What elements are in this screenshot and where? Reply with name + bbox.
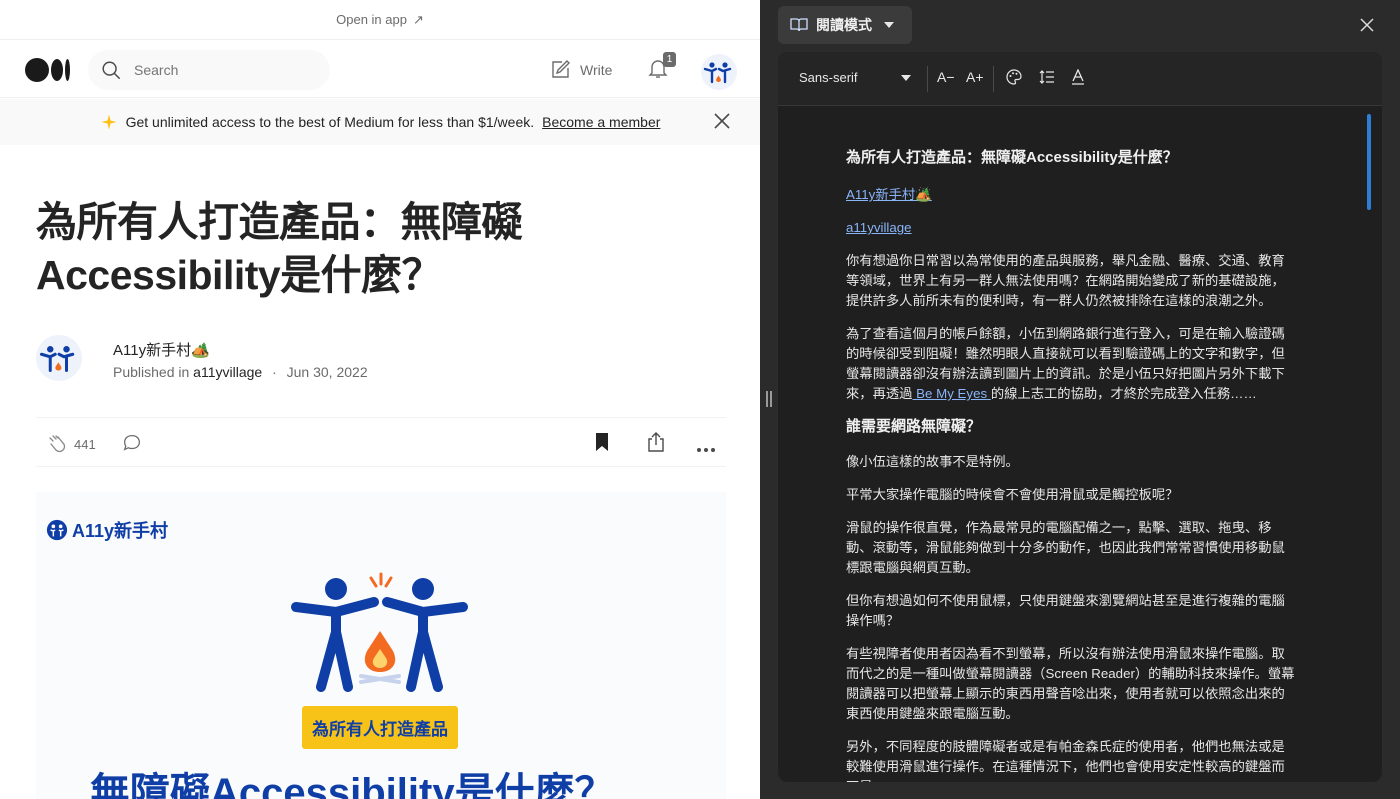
paragraph-6: 但你有想過如何不使用鼠標，只使用鍵盤來瀏覽網站甚至是進行複雜的電腦操作嗎？	[846, 593, 1285, 628]
close-icon[interactable]	[1360, 18, 1374, 32]
arrow-up-right-icon: ↗	[412, 11, 424, 27]
hero-image: A11y新手村 為所有人打造產品 無障礙Accessibility是什麼？	[36, 492, 726, 799]
be-my-eyes-link[interactable]: Be My Eyes	[912, 386, 990, 401]
comment-button[interactable]	[121, 432, 143, 459]
more-options-button[interactable]	[696, 440, 716, 458]
toolbar-separator	[993, 66, 994, 92]
section-heading: 誰需要網路無障礙？	[846, 418, 982, 435]
palette-icon[interactable]	[1006, 69, 1022, 85]
line-spacing-icon[interactable]	[1039, 69, 1055, 85]
caret-down-icon	[884, 22, 894, 28]
increase-font-button[interactable]: A+	[966, 69, 984, 85]
paragraph-2: 為了查看這個月的帳戶餘額，小伍到網路銀行進行登入，可是在輸入驗證碼的時候卻受到阻…	[846, 326, 1285, 401]
hero-headline: 無障礙Accessibility是什麼？	[90, 771, 615, 799]
user-avatar[interactable]	[701, 54, 737, 90]
title-line-2: Accessibility是什麼？	[36, 252, 443, 298]
write-icon	[552, 60, 570, 78]
bookmark-icon	[596, 433, 608, 451]
clap-icon	[49, 435, 66, 453]
font-family-select[interactable]: Sans-serif	[799, 70, 911, 85]
publication-link[interactable]: a11yvillage	[846, 220, 912, 235]
reading-mode-toolbar: Sans-serif A− A+	[778, 52, 1382, 106]
paragraph-8: 另外，不同程度的肢體障礙者或是有帕金森氏症的使用者，他們也無法或是較難使用滑鼠進…	[846, 739, 1285, 782]
search-box[interactable]	[88, 50, 330, 90]
bookmark-button[interactable]	[594, 432, 610, 457]
a11y-people-icon	[703, 62, 732, 84]
reading-mode-label: 閱讀模式	[816, 17, 872, 33]
close-icon[interactable]	[712, 111, 732, 131]
clap-button[interactable]: 441	[44, 432, 96, 456]
medium-logo[interactable]	[25, 58, 71, 82]
hero-logo: A11y新手村	[46, 517, 168, 543]
meta-separator: ·	[272, 364, 277, 380]
article-title: 為所有人打造產品：無障礙 Accessibility是什麼？	[36, 196, 656, 302]
share-icon	[648, 432, 664, 452]
reading-mode-panel: Sans-serif A− A+ 為所有人打造產品：無障礙Accessibili…	[778, 52, 1382, 782]
publication-info: Published in a11yvillage · Jun 30, 2022	[113, 364, 368, 380]
comment-icon	[123, 435, 140, 451]
reading-mode-menu[interactable]: 閱讀模式	[778, 6, 912, 44]
write-label: Write	[580, 62, 613, 78]
book-open-icon	[790, 18, 808, 32]
open-in-app-link[interactable]: Open in app ↗	[0, 0, 760, 40]
scrollbar-thumb[interactable]	[1367, 114, 1371, 210]
clap-count: 441	[74, 436, 96, 452]
paragraph-5: 滑鼠的操作很直覺，作為最常見的電腦配備之一，點擊、選取、拖曳、移動、滾動等，滑鼠…	[846, 520, 1285, 575]
write-button[interactable]: Write	[548, 58, 612, 82]
sparkle-icon	[101, 114, 117, 130]
paragraph-7: 有些視障者使用者因為看不到螢幕，所以沒有辦法使用滑鼠來操作電腦。取而代之的是一種…	[846, 646, 1295, 721]
medium-article-page: Open in app ↗ Write 1 Get unlimited	[0, 0, 760, 799]
caret-down-icon	[901, 74, 911, 81]
author-link[interactable]: A11y新手村🏕️	[846, 187, 932, 202]
search-input[interactable]	[134, 62, 304, 78]
title-line-1: 為所有人打造產品：無障礙	[36, 199, 523, 245]
text-color-icon[interactable]	[1071, 69, 1085, 85]
hero-logo-text: A11y新手村	[72, 521, 169, 541]
content-title: 為所有人打造產品：無障礙Accessibility是什麼？	[846, 149, 1178, 166]
share-button[interactable]	[646, 431, 666, 458]
author-name[interactable]: A11y新手村🏕️	[113, 339, 210, 360]
toolbar-separator	[927, 66, 928, 92]
notifications-button[interactable]: 1	[646, 52, 676, 84]
publish-date: Jun 30, 2022	[286, 364, 368, 380]
top-navigation: Write 1	[0, 40, 760, 98]
author-avatar[interactable]	[36, 335, 82, 381]
open-in-app-label: Open in app	[336, 12, 407, 27]
font-family-value: Sans-serif	[799, 70, 858, 85]
become-member-link[interactable]: Become a member	[542, 114, 660, 130]
people-campfire-illustration	[291, 572, 468, 692]
article-action-bar: 441	[36, 417, 726, 467]
a11y-logo-icon	[46, 519, 68, 541]
more-horizontal-icon	[697, 448, 715, 452]
paragraph-3: 像小伍這樣的故事不是特例。	[846, 454, 1019, 469]
paragraph-4: 平常大家操作電腦的時候會不會使用滑鼠或是觸控板呢？	[846, 487, 1179, 502]
a11y-people-icon	[40, 346, 75, 372]
paragraph-1: 你有想過你日常習以為常使用的產品與服務，舉凡金融、醫療、交通、教育等領域，世界上…	[846, 253, 1285, 308]
reading-mode-content: 為所有人打造產品：無障礙Accessibility是什麼？ A11y新手村🏕️ …	[846, 148, 1298, 782]
publication-link[interactable]: a11yvillage	[193, 364, 262, 380]
notification-badge: 1	[663, 52, 676, 67]
search-icon	[102, 61, 120, 79]
hero-tag: 為所有人打造產品	[302, 706, 458, 749]
resize-handle[interactable]	[766, 391, 772, 407]
published-prefix: Published in	[113, 364, 190, 380]
membership-banner: Get unlimited access to the best of Medi…	[0, 99, 760, 145]
decrease-font-button[interactable]: A−	[937, 69, 955, 85]
banner-text: Get unlimited access to the best of Medi…	[125, 114, 535, 130]
